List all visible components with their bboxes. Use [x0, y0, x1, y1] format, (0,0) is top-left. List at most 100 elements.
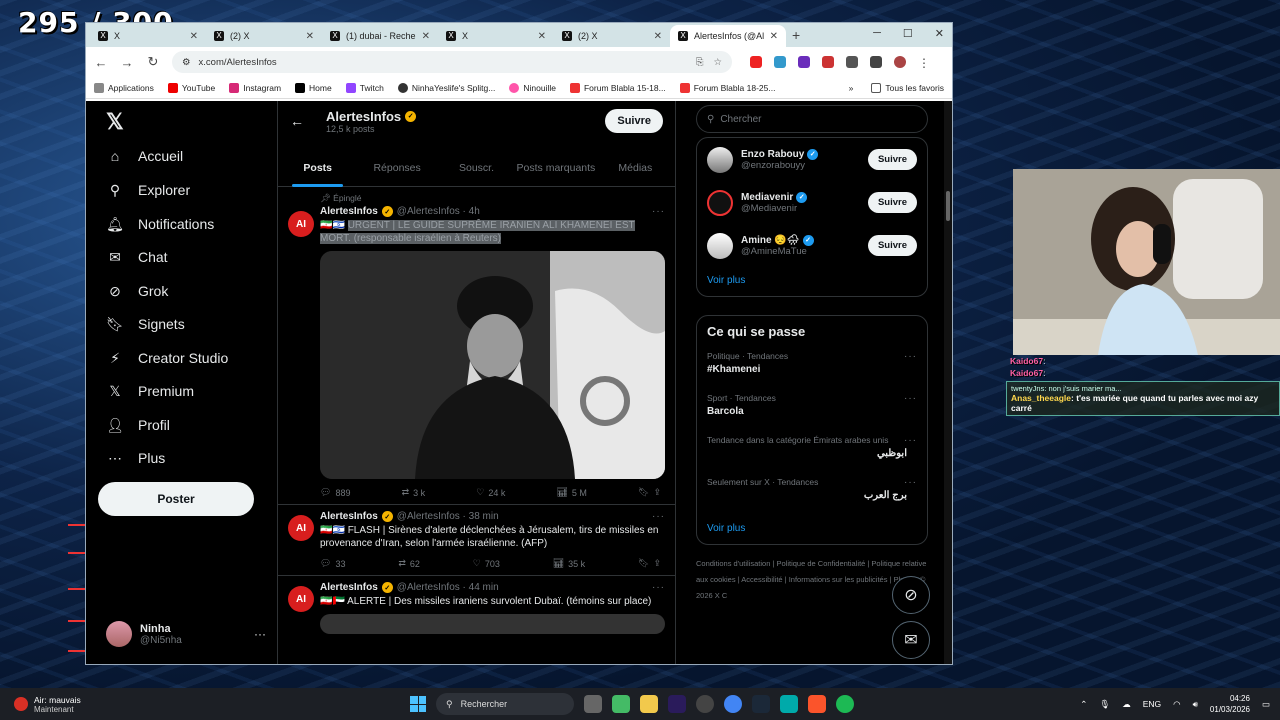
more-dots-icon[interactable]: ···: [904, 477, 917, 488]
suggested-account[interactable]: Amine 😔🌧 ✓ @AmineMaTue Suivre: [697, 224, 927, 267]
trend-item[interactable]: Sport · Tendances Barcola ···: [697, 389, 927, 431]
bookmark-item[interactable]: Twitch: [345, 82, 384, 93]
close-tab-icon[interactable]: ✕: [422, 31, 430, 42]
tab-media[interactable]: Médias: [596, 149, 675, 187]
grok-fab-icon[interactable]: ⊘: [892, 576, 930, 614]
more-bookmarks-icon[interactable]: »: [849, 83, 854, 93]
suggested-account[interactable]: Mediavenir ✓ @Mediavenir Suivre: [697, 181, 927, 224]
app-icon[interactable]: [780, 695, 798, 713]
close-tab-icon[interactable]: ✕: [770, 31, 778, 42]
x-logo-icon[interactable]: 𝕏: [106, 109, 124, 135]
share-icon[interactable]: ⇪: [653, 558, 661, 569]
see-more-link[interactable]: Voir plus: [697, 515, 927, 544]
close-tab-icon[interactable]: ✕: [306, 31, 314, 42]
trend-item[interactable]: Tendance dans la catégorie Émirats arabe…: [697, 431, 927, 473]
weather-widget[interactable]: Air: mauvais Maintenant: [0, 695, 300, 714]
close-tab-icon[interactable]: ✕: [538, 31, 546, 42]
repost-button[interactable]: ⇄ 3 k: [402, 487, 426, 498]
extension-icon[interactable]: [822, 56, 834, 68]
bookmark-item[interactable]: Ninouille: [509, 82, 556, 93]
tweet-author[interactable]: AlertesInfos: [320, 206, 378, 217]
tab-replies[interactable]: Réponses: [357, 149, 436, 187]
more-dots-icon[interactable]: ···: [652, 582, 665, 593]
tweet-image[interactable]: [320, 614, 665, 634]
nav-chat[interactable]: ✉ Chat: [106, 248, 167, 266]
close-tab-icon[interactable]: ✕: [190, 31, 198, 42]
follow-button[interactable]: Suivre: [867, 192, 917, 213]
puzzle-icon[interactable]: [846, 56, 858, 68]
avatar[interactable]: AI: [288, 211, 314, 237]
reading-list-icon[interactable]: [870, 56, 882, 68]
task-view-icon[interactable]: [584, 695, 602, 713]
reply-button[interactable]: 💬︎ 889: [320, 487, 350, 498]
tab-highlights[interactable]: Posts marquants: [516, 149, 596, 187]
maximize-icon[interactable]: ☐: [903, 27, 913, 40]
twitch-extension-icon[interactable]: [798, 56, 810, 68]
reload-icon[interactable]: ↻: [146, 54, 160, 70]
views-button[interactable]: 📊︎ 5 M: [556, 487, 586, 498]
language-indicator[interactable]: ENG: [1143, 699, 1161, 709]
nav-profile[interactable]: 👤︎ Profil: [106, 416, 170, 434]
follow-button[interactable]: Suivre: [867, 235, 917, 256]
clock[interactable]: 04:26 01/03/2026: [1210, 693, 1250, 715]
trend-item[interactable]: Politique · Tendances #Khamenei ···: [697, 347, 927, 389]
volume-icon[interactable]: 🔊︎: [1193, 699, 1198, 710]
follow-button[interactable]: Suivre: [605, 109, 663, 133]
nav-home[interactable]: ⌂ Accueil: [106, 147, 183, 165]
reply-button[interactable]: 💬︎ 33: [320, 558, 345, 569]
wifi-icon[interactable]: ◠: [1173, 699, 1180, 710]
avatar[interactable]: AI: [288, 515, 314, 541]
address-bar[interactable]: ⚙ x.com/AlertesInfos ⎘ ☆: [172, 51, 732, 73]
bookmark-item[interactable]: Forum Blabla 15-18...: [569, 82, 666, 93]
see-more-link[interactable]: Voir plus: [697, 267, 927, 296]
account-switcher[interactable]: Ninha @Ni5nha ···: [106, 621, 266, 647]
notification-icon[interactable]: ▭: [1262, 699, 1270, 710]
more-dots-icon[interactable]: ···: [904, 351, 917, 362]
bookmark-item[interactable]: Home: [295, 82, 332, 93]
bookmark-item[interactable]: Forum Blabla 18-25...: [679, 82, 775, 93]
more-dots-icon[interactable]: ···: [652, 206, 665, 217]
brave-icon[interactable]: [808, 695, 826, 713]
bookmark-item[interactable]: YouTube: [167, 82, 215, 93]
tweet-image[interactable]: [320, 251, 665, 479]
close-window-icon[interactable]: ✕: [935, 27, 944, 40]
tab-posts[interactable]: Posts: [278, 149, 357, 187]
nav-creator-studio[interactable]: ⚡︎ Creator Studio: [106, 349, 228, 367]
menu-kebab-icon[interactable]: ⋮: [918, 56, 930, 70]
scrollbar[interactable]: [944, 101, 952, 664]
minimize-icon[interactable]: ─: [873, 27, 881, 40]
bookmark-star-icon[interactable]: ☆: [713, 57, 722, 68]
browser-tab[interactable]: X X ✕: [90, 25, 206, 47]
premiere-icon[interactable]: [668, 695, 686, 713]
search-input[interactable]: ⚲ Chercher: [696, 105, 928, 133]
nav-notifications[interactable]: 🔔︎ Notifications: [106, 215, 214, 233]
messages-fab-icon[interactable]: ✉: [892, 621, 930, 659]
like-button[interactable]: ♡ 24 k: [476, 487, 505, 498]
obs-icon[interactable]: [696, 695, 714, 713]
profile-avatar[interactable]: [894, 56, 906, 68]
repost-button[interactable]: ⇄ 62: [398, 558, 420, 569]
bookmark-item[interactable]: Instagram: [229, 82, 281, 93]
nav-more[interactable]: ⋯ Plus: [106, 449, 165, 467]
browser-tab[interactable]: X (2) X ✕: [554, 25, 670, 47]
browser-tab[interactable]: X (2) X ✕: [206, 25, 322, 47]
bookmark-item[interactable]: Applications: [94, 82, 154, 93]
spotify-icon[interactable]: [836, 695, 854, 713]
post-button[interactable]: Poster: [98, 482, 254, 516]
browser-tab-active[interactable]: X AlertesInfos (@Ale ✕: [670, 25, 786, 47]
steam-icon[interactable]: [752, 695, 770, 713]
nav-bookmarks[interactable]: 🔖︎ Signets: [106, 315, 185, 333]
browser-tab[interactable]: X (1) dubai - Recherc ✕: [322, 25, 438, 47]
back-arrow-icon[interactable]: ←: [290, 113, 304, 129]
tweet-author[interactable]: AlertesInfos: [320, 582, 378, 593]
views-button[interactable]: 📊︎ 35 k: [553, 558, 585, 569]
cloud-icon[interactable]: ☁︎: [1122, 699, 1131, 710]
file-explorer-icon[interactable]: [640, 695, 658, 713]
taskbar-search[interactable]: ⚲ Rechercher: [436, 693, 574, 715]
more-dots-icon[interactable]: ···: [652, 511, 665, 522]
tweet-author[interactable]: AlertesInfos: [320, 511, 378, 522]
windows-start-icon[interactable]: [410, 696, 426, 712]
new-tab-icon[interactable]: +: [792, 27, 800, 43]
bookmark-item[interactable]: NinhaYeslife's Splitg...: [397, 82, 495, 93]
suggested-account[interactable]: Enzo Rabouy ✓ @enzorabouyy Suivre: [697, 138, 927, 181]
